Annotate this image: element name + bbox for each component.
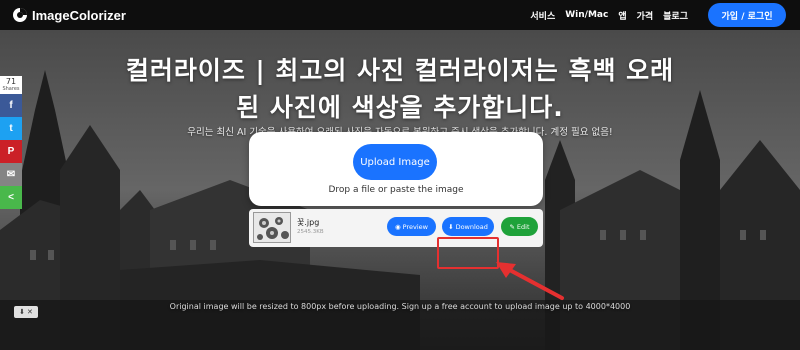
edit-icon: ✎ — [509, 222, 515, 231]
file-thumbnail — [253, 212, 291, 243]
share-count-number: 71 — [5, 77, 17, 86]
corner-download-button[interactable]: ⬇ ✕ — [14, 306, 38, 318]
red-arrow-annotation — [496, 262, 564, 300]
share-rail: 71 Shares f t P ✉ < — [0, 76, 22, 209]
brand-name: ImageColorizer — [32, 7, 126, 23]
email-share-button[interactable]: ✉ — [0, 163, 22, 186]
drop-zone-text: Drop a file or paste the image — [328, 185, 464, 195]
eye-icon: ◉ — [395, 222, 401, 231]
edit-label: Edit — [516, 222, 530, 231]
upload-size-note: Original image will be resized to 800px … — [169, 302, 631, 311]
main-nav: 서비스 Win/Mac 앱 가격 블로그 — [530, 0, 688, 30]
nav-win-mac[interactable]: Win/Mac — [565, 10, 608, 20]
close-small-icon: ✕ — [27, 308, 33, 316]
upload-image-button[interactable]: Upload Image — [353, 144, 437, 180]
file-name: 꽃.jpg — [297, 218, 320, 227]
preview-button[interactable]: ◉ Preview — [387, 217, 436, 236]
facebook-icon: f — [9, 100, 13, 111]
top-header: ImageColorizer 서비스 Win/Mac 앱 가격 블로그 가입 /… — [0, 0, 800, 30]
share-count: 71 Shares — [0, 76, 22, 94]
signup-login-button[interactable]: 가입 / 로그인 — [708, 3, 786, 27]
twitter-icon: t — [9, 123, 13, 134]
twitter-share-button[interactable]: t — [0, 117, 22, 140]
share-icon: < — [8, 192, 14, 203]
pinterest-share-button[interactable]: P — [0, 140, 22, 163]
file-size: 2545.3KB — [297, 229, 324, 235]
download-small-icon: ⬇ — [19, 308, 25, 316]
nav-pricing[interactable]: 가격 — [637, 9, 654, 22]
nav-services[interactable]: 서비스 — [530, 9, 555, 22]
logo-icon — [13, 8, 27, 22]
edit-button[interactable]: ✎ Edit — [501, 217, 538, 236]
page-title: 컬러라이즈 | 최고의 사진 컬러라이저는 흑백 오래된 사진에 색상을 추가합… — [125, 56, 675, 122]
facebook-share-button[interactable]: f — [0, 94, 22, 117]
flower-image-thumbnail — [254, 213, 290, 242]
pinterest-icon: P — [7, 146, 15, 157]
download-button[interactable]: ⬇ Download — [442, 217, 494, 236]
share-count-label: Shares — [2, 86, 20, 92]
download-icon: ⬇ — [448, 222, 454, 231]
email-icon: ✉ — [6, 169, 16, 180]
nav-app[interactable]: 앱 — [618, 9, 626, 22]
logo[interactable]: ImageColorizer — [12, 7, 126, 23]
preview-label: Preview — [402, 222, 428, 231]
download-label: Download — [455, 222, 488, 231]
upload-card: Upload Image Drop a file or paste the im… — [249, 132, 543, 206]
sharethis-share-button[interactable]: < — [0, 186, 22, 209]
nav-blog[interactable]: 블로그 — [663, 9, 688, 22]
